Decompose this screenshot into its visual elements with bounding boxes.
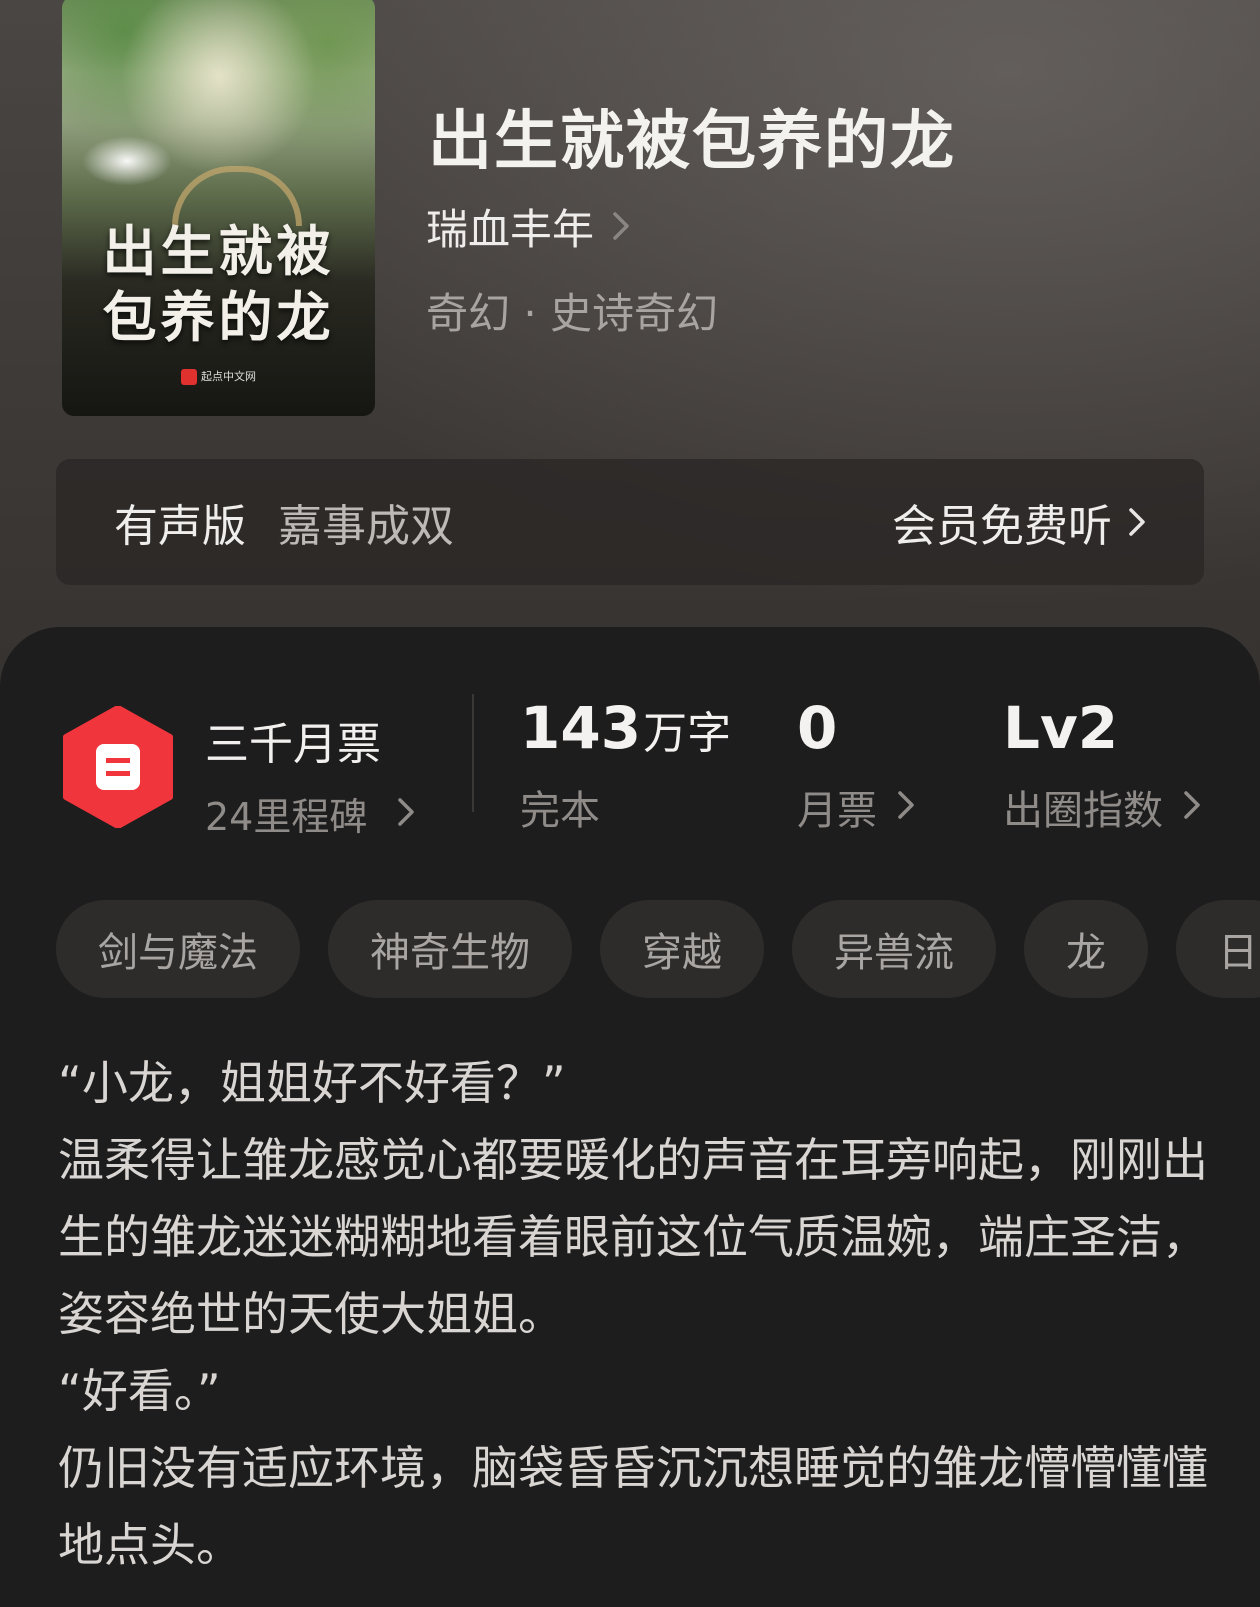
member-free-listen-button[interactable]: 会员免费听 xyxy=(892,490,1146,554)
monthly-ticket-milestone[interactable]: 三千月票 24里程碑 xyxy=(205,708,415,841)
chevron-right-icon xyxy=(612,202,630,251)
author-link[interactable]: 瑞血丰年 xyxy=(426,196,630,257)
book-title: 出生就被包养的龙 xyxy=(428,104,956,179)
listen-label: 会员免费听 xyxy=(892,501,1112,552)
stats-divider xyxy=(472,694,474,812)
cover-publisher: 起点中文网 xyxy=(62,368,375,385)
monthly-ticket-title: 三千月票 xyxy=(205,719,381,770)
milestone-count: 24里程碑 xyxy=(205,795,368,839)
monthly-ticket-badge-icon[interactable] xyxy=(62,705,174,829)
word-count-unit: 万字 xyxy=(643,708,732,759)
chevron-right-icon xyxy=(1128,497,1146,548)
description-paragraph: 温柔得让雏龙感觉心都要暖化的声音在耳旁响起，刚刚出生的雏龙迷迷糊糊地看着眼前这位… xyxy=(58,1133,1208,1341)
popularity-caption-row: 出圈指数 xyxy=(1003,778,1201,836)
popularity-caption: 出圈指数 xyxy=(1003,788,1163,834)
audio-narrator: 嘉事成双 xyxy=(278,501,454,552)
chevron-right-icon xyxy=(897,784,915,830)
monthly-tickets-value: 0 xyxy=(797,694,838,762)
tag-chip[interactable]: 龙 xyxy=(1024,900,1148,998)
popularity-level-value: Lv2 xyxy=(1003,694,1119,762)
author-name: 瑞血丰年 xyxy=(426,205,595,254)
cover-title: 出生就被包养的龙 xyxy=(62,218,375,350)
book-description[interactable]: “小龙，姐姐好不好看？” 温柔得让雏龙感觉心都要暖化的声音在耳旁响起，刚刚出生的… xyxy=(58,1045,1208,1584)
tag-chip[interactable]: 剑与魔法 xyxy=(56,900,300,998)
audio-label: 有声版 xyxy=(114,501,246,552)
tag-chip[interactable]: 穿越 xyxy=(600,900,764,998)
description-paragraph: “小龙，姐姐好不好看？” xyxy=(58,1056,566,1110)
description-paragraph: “好看。” xyxy=(58,1364,221,1418)
cover-art-cloud xyxy=(82,136,172,186)
audio-version-bar[interactable]: 有声版 嘉事成双 会员免费听 xyxy=(56,459,1204,585)
monthly-tickets-caption-row: 月票 xyxy=(797,778,915,836)
book-genre: 奇幻 · 史诗奇幻 xyxy=(426,289,719,338)
milestone-row: 24里程碑 xyxy=(205,786,415,841)
cover-publisher-text: 起点中文网 xyxy=(201,370,256,383)
publisher-logo-icon xyxy=(181,369,197,385)
word-count-caption: 完本 xyxy=(520,788,600,834)
popularity-index-stat[interactable]: Lv2 出圈指数 xyxy=(1003,694,1201,836)
word-count-stat: 143 万字 完本 xyxy=(520,694,731,836)
cover-title-text: 出生就被包养的龙 xyxy=(102,219,335,349)
chevron-right-icon xyxy=(397,792,415,836)
word-count-value: 143 万字 xyxy=(520,694,731,762)
description-paragraph: 仍旧没有适应环境，脑袋昏昏沉沉想睡觉的雏龙懵懵懂懂地点头。 xyxy=(58,1441,1208,1572)
tag-chip[interactable]: 神奇生物 xyxy=(328,900,572,998)
tag-chip[interactable]: 日 xyxy=(1176,900,1260,998)
monthly-tickets-stat[interactable]: 0 月票 xyxy=(797,694,915,836)
tag-list: 剑与魔法 神奇生物 穿越 异兽流 龙 日 xyxy=(56,900,1260,1000)
chevron-right-icon xyxy=(1183,784,1201,830)
monthly-tickets-caption: 月票 xyxy=(797,788,877,834)
word-count-number: 143 xyxy=(520,694,642,762)
tag-chip[interactable]: 异兽流 xyxy=(792,900,996,998)
book-cover[interactable]: 出生就被包养的龙 起点中文网 xyxy=(62,0,375,416)
